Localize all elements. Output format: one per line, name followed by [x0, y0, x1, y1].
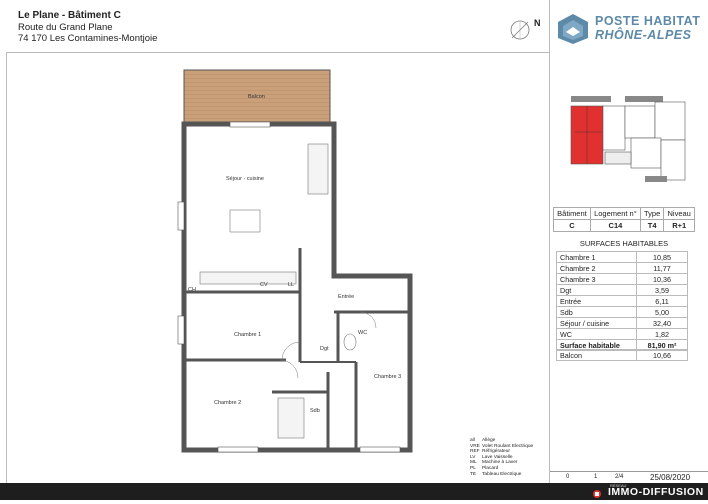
- address-line-2: 74 170 Les Contamines-Montjoie: [18, 33, 158, 44]
- floor-plan: Balcon Séjour - cuisine Entrée Chambre 1…: [160, 62, 550, 472]
- surface-value: 11,77: [636, 262, 688, 274]
- surface-value: 6,11: [636, 295, 688, 307]
- surface-label: Dgt: [556, 284, 637, 296]
- bottom-c: 2/4: [615, 474, 624, 480]
- surfaces-table: Chambre 1 10,85 Chambre 2 11,77 Chambre 3 10,…: [556, 251, 688, 351]
- bottom-b: 1: [594, 474, 598, 480]
- value-logement: C14: [589, 219, 641, 232]
- footer-logo-icon: [592, 486, 602, 498]
- legend: all Allège VRE Volet Roulant Electrique REF R…: [470, 438, 546, 477]
- key-plan: [565, 92, 693, 190]
- building-title: Le Plane - Bâtiment C: [18, 10, 121, 21]
- label-ll: LL: [288, 282, 295, 288]
- room-chambre3: Chambre 3: [374, 374, 402, 380]
- header-niveau: Niveau: [663, 207, 695, 220]
- balcony-row: Balcon 10,66: [556, 349, 688, 361]
- header-logement: Logement n°: [589, 207, 641, 220]
- surface-label: Chambre 3: [556, 273, 637, 285]
- surface-row: Chambre 3 10,36: [556, 273, 688, 285]
- header-type: Type: [639, 207, 665, 220]
- frame-left-line: [6, 52, 7, 483]
- address-line-1: Route du Grand Plane: [18, 22, 113, 33]
- surface-label: Sdb: [556, 306, 637, 318]
- legend-text: Machine à Laver: [482, 460, 518, 466]
- balcony-label: Balcon: [556, 349, 637, 361]
- legend-text: Volet Roulant Electrique: [482, 443, 534, 449]
- surface-value: 1,82: [636, 328, 688, 340]
- legend-item: TE Tableau Electrique: [470, 472, 546, 478]
- surface-value: 10,85: [636, 251, 688, 263]
- room-chambre1: Chambre 1: [234, 332, 262, 338]
- bottom-row-line: [550, 471, 708, 472]
- room-sejour: Séjour - cuisine: [226, 176, 264, 182]
- room-balcon: Balcon: [248, 94, 265, 100]
- legend-text: Placard: [482, 465, 499, 471]
- bottom-a: 0: [566, 474, 570, 480]
- room-chambre2: Chambre 2: [214, 400, 242, 406]
- balcony-table: Balcon 10,66: [556, 349, 688, 361]
- room-wc: WC: [358, 330, 368, 336]
- info-table: Bâtiment Logement n° Type Niveau C C14 T…: [553, 207, 695, 232]
- frame-top-line: [6, 52, 549, 53]
- legend-code: TE: [470, 471, 477, 477]
- label-ch: CH: [188, 287, 196, 293]
- surface-label: Chambre 2: [556, 262, 637, 274]
- compass-north-label: N: [534, 18, 541, 28]
- balcony-value: 10,66: [636, 349, 688, 361]
- legend-text: Tableau Electrique: [482, 471, 522, 477]
- surface-row: WC 1,82: [556, 328, 688, 340]
- surface-row: Chambre 1 10,85: [556, 251, 688, 263]
- surface-label: Séjour / cuisine: [556, 317, 637, 329]
- surface-row: Entrée 6,11: [556, 295, 688, 307]
- surface-value: 32,40: [636, 317, 688, 329]
- room-dgt: Dgt: [320, 346, 329, 352]
- footer-brand: IMMO-DIFFUSION: [608, 486, 704, 498]
- footer-bar: RÉSEAU IMMO-DIFFUSION: [0, 483, 708, 500]
- surface-label: WC: [556, 328, 637, 340]
- logo-line-2: RHÔNE-ALPES: [595, 28, 692, 42]
- surfaces-title: SURFACES HABITABLES: [579, 239, 669, 248]
- surface-value: 10,36: [636, 273, 688, 285]
- label-cv: CV: [260, 282, 268, 288]
- header-batiment: Bâtiment: [553, 207, 591, 220]
- poste-habitat-logo-icon: [556, 12, 590, 46]
- surface-label: Chambre 1: [556, 251, 637, 263]
- room-entree: Entrée: [338, 294, 355, 300]
- room-sdb: Sdb: [310, 408, 320, 414]
- value-niveau: R+1: [663, 219, 695, 232]
- surface-row: Dgt 3,59: [556, 284, 688, 296]
- logo-line-1: POSTE HABITAT: [595, 14, 701, 28]
- legend-text: Réfrigérateur: [482, 449, 510, 455]
- surface-label: Entrée: [556, 295, 637, 307]
- surface-row: Séjour / cuisine 32,40: [556, 317, 688, 329]
- surface-row: Sdb 5,00: [556, 306, 688, 318]
- value-batiment: C: [553, 219, 591, 232]
- surface-value: 3,59: [636, 284, 688, 296]
- value-type: T4: [639, 219, 665, 232]
- plan-date: 25/08/2020: [650, 473, 691, 482]
- surface-value: 5,00: [636, 306, 688, 318]
- compass-icon: [508, 18, 532, 42]
- legend-text: Allège: [482, 438, 496, 443]
- surface-row: Chambre 2 11,77: [556, 262, 688, 274]
